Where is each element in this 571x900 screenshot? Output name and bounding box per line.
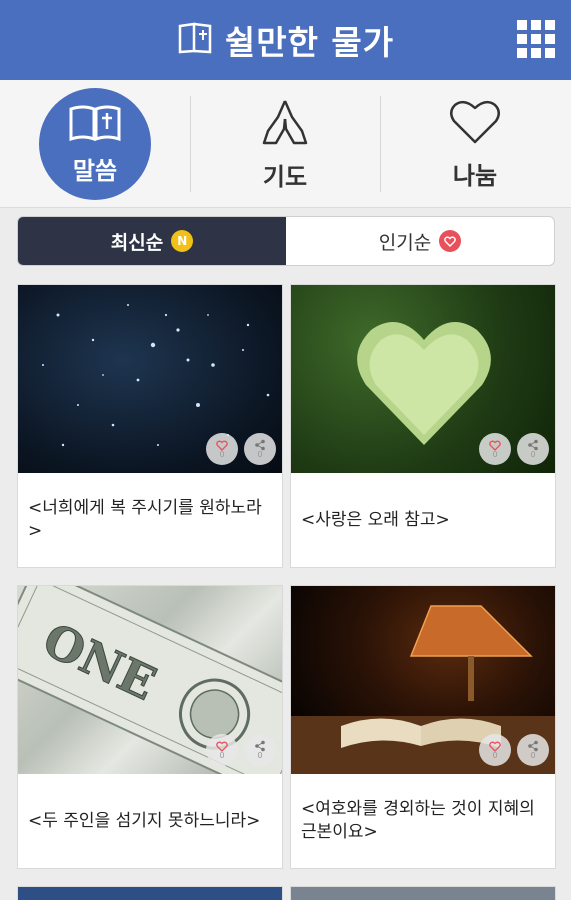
like-button[interactable]: 0 — [479, 433, 511, 465]
like-button[interactable]: 0 — [206, 433, 238, 465]
card[interactable]: 0 0 <여호와를 경외하는 것이 지혜의 근본이요> — [290, 585, 556, 869]
like-button[interactable]: 0 — [206, 734, 238, 766]
card[interactable] — [290, 886, 556, 900]
share-count: 0 — [257, 751, 263, 760]
share-count: 0 — [257, 450, 263, 459]
heart-outline-icon — [216, 439, 228, 451]
tab-popular-label: 인기순 — [378, 231, 432, 254]
title-wrap: 쉴만한 물가 — [177, 16, 394, 64]
like-count: 0 — [492, 750, 498, 760]
lamp-book-image: 0 0 — [291, 586, 555, 774]
heart-outline-icon — [216, 740, 228, 752]
category-word-label: 말씀 — [72, 156, 118, 185]
tab-popular[interactable]: 인기순 — [286, 217, 554, 265]
share-count: 0 — [530, 751, 536, 760]
category-share[interactable]: 나눔 — [380, 80, 570, 208]
starry-night-image: 0 0 — [18, 285, 282, 473]
grid-menu-icon[interactable] — [517, 20, 555, 58]
card[interactable]: 0 0 <너희에게 복 주시기를 원하노라> — [17, 284, 283, 568]
share-button[interactable]: 0 — [517, 734, 549, 766]
heart-hedge-image: 0 0 — [291, 285, 555, 473]
heart-outline-icon — [489, 439, 501, 451]
dollar-bill-image: ONE 0 0 — [18, 586, 282, 774]
heart-outline-icon — [489, 740, 501, 752]
card-caption: <너희에게 복 주시기를 원하노라> — [28, 498, 262, 541]
like-count: 0 — [492, 449, 498, 459]
tab-latest-label: 최신순 — [110, 231, 164, 254]
card[interactable]: 0 0 <사랑은 오래 참고> — [290, 284, 556, 568]
like-button[interactable]: 0 — [479, 734, 511, 766]
card-caption: <사랑은 오래 참고> — [301, 509, 450, 530]
category-bar: 말씀 기도 나눔 — [0, 80, 571, 208]
category-prayer-label: 기도 — [262, 162, 308, 191]
heart-badge-icon — [439, 230, 462, 252]
app-title: 쉴만한 물가 — [224, 23, 395, 62]
like-count: 0 — [219, 449, 225, 459]
book-icon — [177, 21, 215, 59]
category-prayer[interactable]: 기도 — [190, 80, 380, 208]
sort-tabs: 최신순 N 인기순 — [17, 216, 555, 266]
heart-icon — [448, 98, 502, 150]
category-word[interactable]: 말씀 — [0, 80, 190, 208]
app-header: 쉴만한 물가 — [0, 0, 571, 80]
tab-latest[interactable]: 최신순 N — [18, 217, 286, 265]
like-count: 0 — [219, 750, 225, 760]
bible-icon — [67, 103, 123, 147]
card[interactable] — [17, 886, 283, 900]
category-share-label: 나눔 — [452, 161, 498, 190]
share-button[interactable]: 0 — [517, 433, 549, 465]
praying-hands-icon — [258, 97, 312, 151]
share-button[interactable]: 0 — [244, 734, 276, 766]
share-count: 0 — [530, 450, 536, 459]
card-caption: <두 주인을 섬기지 못하느니라> — [28, 810, 261, 831]
new-badge-icon: N — [171, 230, 194, 252]
share-button[interactable]: 0 — [244, 433, 276, 465]
category-word-circle: 말씀 — [39, 88, 151, 200]
card-caption: <여호와를 경외하는 것이 지혜의 근본이요> — [301, 799, 535, 842]
card[interactable]: ONE 0 0 <두 주인을 섬기지 못하느니라> — [17, 585, 283, 869]
